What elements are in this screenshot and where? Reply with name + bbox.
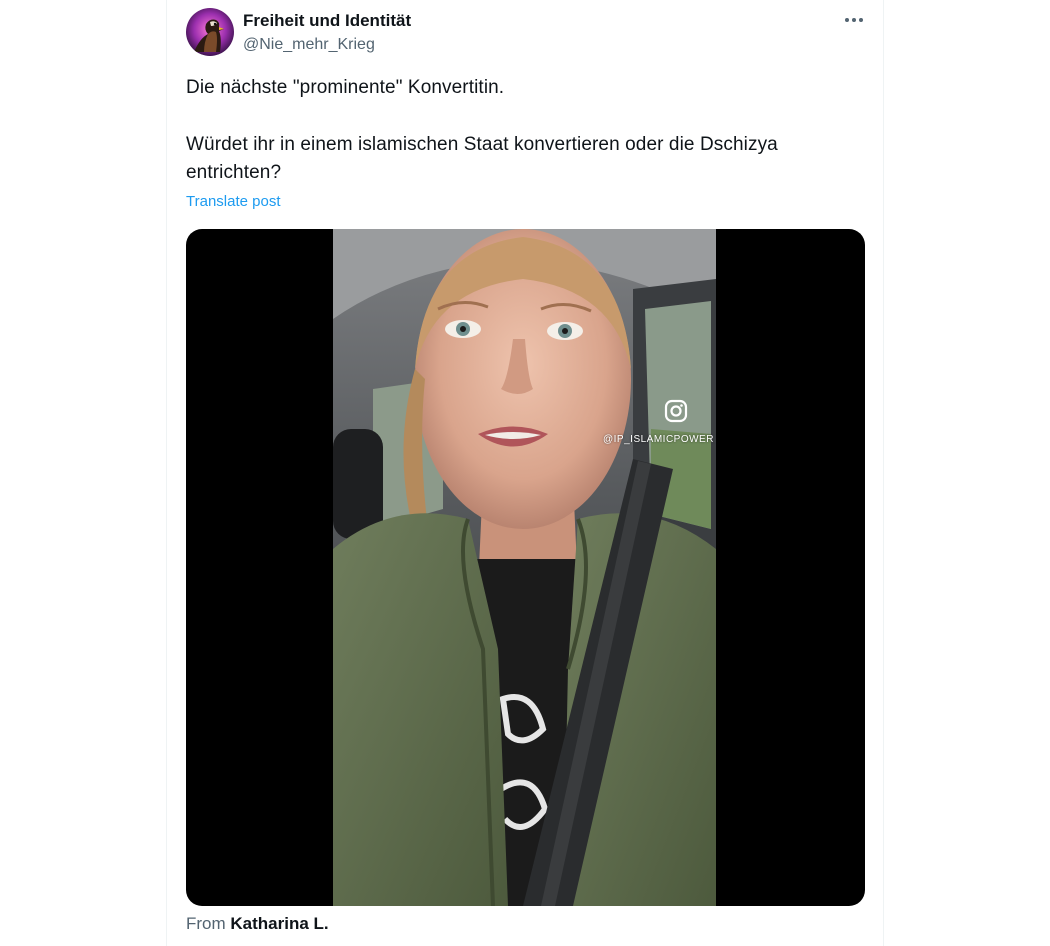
post-text-line: entrichten? bbox=[186, 162, 282, 183]
author-handle[interactable]: @Nie_mehr_Krieg bbox=[243, 36, 375, 54]
translate-post-link[interactable]: Translate post bbox=[186, 193, 281, 210]
attribution-source[interactable]: Katharina L. bbox=[230, 914, 328, 933]
attribution-prefix: From bbox=[186, 914, 226, 933]
post-text-line: Die nächste "prominente" Konvertitin. bbox=[186, 77, 505, 98]
video-frame: @IP_ISLAMICPOWER bbox=[333, 229, 716, 906]
video-player[interactable]: @IP_ISLAMICPOWER bbox=[186, 229, 865, 906]
page: Freiheit und Identität @Nie_mehr_Krieg D… bbox=[0, 0, 1050, 946]
media-attribution[interactable]: From Katharina L. bbox=[186, 914, 329, 934]
eagle-avatar-icon[interactable] bbox=[186, 8, 234, 56]
author-name[interactable]: Freiheit und Identität bbox=[243, 11, 411, 31]
post-card: Freiheit und Identität @Nie_mehr_Krieg D… bbox=[166, 0, 884, 946]
more-options-icon[interactable] bbox=[840, 6, 868, 34]
watermark-handle: @IP_ISLAMICPOWER bbox=[603, 434, 714, 445]
post-text-line: Würdet ihr in einem islamischen Staat ko… bbox=[186, 134, 778, 155]
